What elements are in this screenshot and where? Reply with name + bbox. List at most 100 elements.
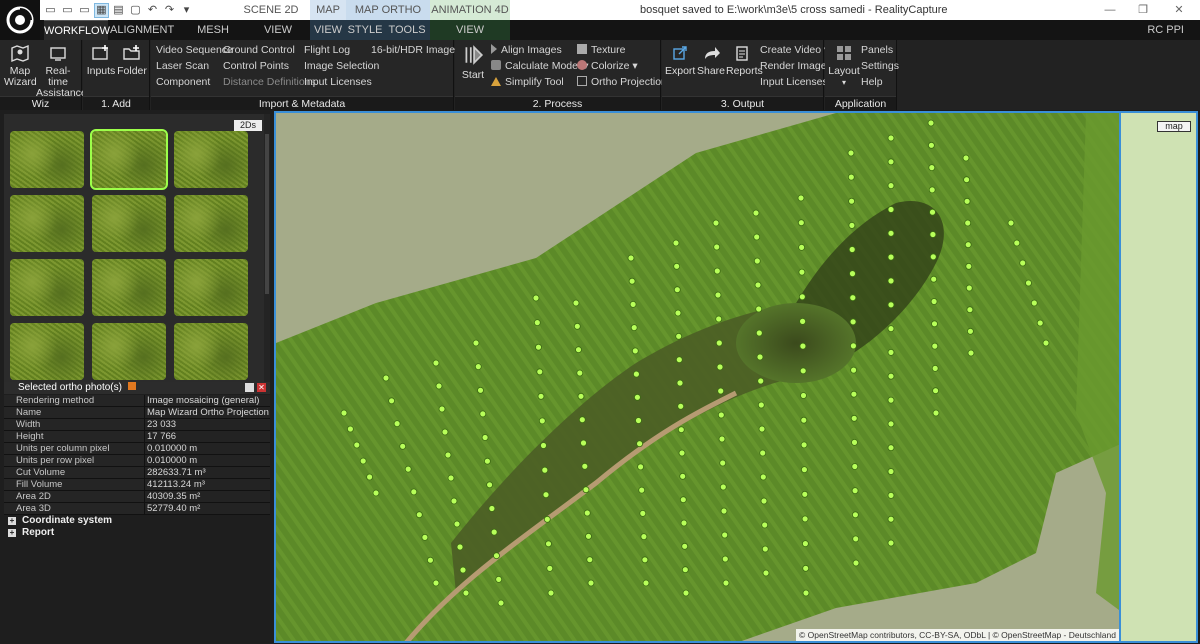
camera-position-marker[interactable] bbox=[674, 309, 682, 317]
tab-animation-view[interactable]: VIEW bbox=[430, 20, 510, 40]
camera-position-marker[interactable] bbox=[673, 286, 681, 294]
camera-position-marker[interactable] bbox=[761, 545, 769, 553]
customize-icon[interactable]: ▾ bbox=[180, 4, 193, 17]
share-button[interactable]: Share bbox=[697, 43, 725, 77]
camera-position-marker[interactable] bbox=[677, 426, 685, 434]
camera-position-marker[interactable] bbox=[382, 374, 390, 382]
camera-position-marker[interactable] bbox=[848, 222, 856, 229]
image-thumbnail[interactable] bbox=[92, 259, 166, 316]
camera-position-marker[interactable] bbox=[850, 414, 858, 422]
camera-position-marker[interactable] bbox=[532, 294, 540, 302]
input-licenses-output-button[interactable]: Input Licenses bbox=[760, 75, 828, 89]
realtime-assistance-button[interactable]: Real-time Assistance bbox=[36, 43, 87, 99]
app-logo[interactable] bbox=[0, 0, 40, 40]
camera-position-marker[interactable] bbox=[1007, 219, 1015, 227]
camera-position-marker[interactable] bbox=[537, 392, 545, 400]
camera-position-marker[interactable] bbox=[849, 318, 857, 326]
tab-alignment[interactable]: ALIGNMENT bbox=[110, 20, 174, 40]
property-value[interactable]: 0.010000 m bbox=[145, 455, 270, 466]
camera-position-marker[interactable] bbox=[929, 208, 936, 216]
camera-position-marker[interactable] bbox=[495, 575, 503, 583]
thumbnail-scrollbar[interactable] bbox=[264, 114, 270, 382]
camera-icon[interactable]: ▢ bbox=[129, 4, 142, 17]
start-button[interactable]: Start bbox=[459, 43, 487, 81]
camera-position-marker[interactable] bbox=[635, 417, 642, 424]
camera-position-marker[interactable] bbox=[928, 186, 936, 194]
camera-position-marker[interactable] bbox=[714, 291, 722, 299]
camera-position-marker[interactable] bbox=[800, 441, 808, 449]
camera-position-marker[interactable] bbox=[639, 509, 647, 517]
camera-position-marker[interactable] bbox=[930, 275, 938, 283]
camera-position-marker[interactable] bbox=[675, 332, 683, 340]
camera-position-marker[interactable] bbox=[438, 405, 446, 413]
camera-position-marker[interactable] bbox=[928, 164, 936, 171]
camera-position-marker[interactable] bbox=[535, 343, 542, 351]
camera-position-marker[interactable] bbox=[761, 521, 769, 529]
camera-position-marker[interactable] bbox=[719, 483, 727, 491]
camera-position-marker[interactable] bbox=[677, 402, 685, 410]
camera-position-marker[interactable] bbox=[797, 194, 805, 202]
camera-position-marker[interactable] bbox=[754, 281, 762, 289]
camera-position-marker[interactable] bbox=[629, 300, 637, 308]
camera-position-marker[interactable] bbox=[681, 566, 689, 574]
camera-position-marker[interactable] bbox=[887, 491, 895, 499]
camera-position-marker[interactable] bbox=[928, 141, 935, 149]
camera-position-marker[interactable] bbox=[435, 382, 443, 390]
image-thumbnail[interactable] bbox=[174, 131, 248, 188]
camera-position-marker[interactable] bbox=[638, 486, 646, 494]
camera-position-marker[interactable] bbox=[718, 435, 726, 443]
camera-position-marker[interactable] bbox=[852, 559, 860, 567]
camera-position-marker[interactable] bbox=[712, 219, 720, 227]
camera-position-marker[interactable] bbox=[679, 472, 687, 480]
camera-position-marker[interactable] bbox=[887, 396, 895, 404]
image-selection-button[interactable]: Image Selection bbox=[304, 59, 379, 73]
camera-position-marker[interactable] bbox=[802, 589, 810, 597]
camera-position-marker[interactable] bbox=[799, 367, 807, 375]
image-thumbnail[interactable] bbox=[174, 323, 248, 380]
image-thumbnail[interactable] bbox=[174, 259, 248, 316]
camera-position-marker[interactable] bbox=[753, 233, 761, 241]
map-wizard-button[interactable]: Map Wizard bbox=[4, 43, 37, 88]
tab-map-view[interactable]: VIEW bbox=[310, 20, 346, 40]
property-value[interactable]: Image mosaicing (general) bbox=[145, 395, 270, 406]
camera-position-marker[interactable] bbox=[640, 533, 648, 541]
camera-position-marker[interactable] bbox=[753, 257, 761, 265]
camera-position-marker[interactable] bbox=[799, 342, 807, 350]
inputs-button[interactable]: Inputs bbox=[86, 43, 116, 77]
property-value[interactable]: Map Wizard Ortho Projection 0 bbox=[145, 407, 270, 430]
camera-position-marker[interactable] bbox=[887, 444, 895, 452]
camera-position-marker[interactable] bbox=[964, 241, 972, 249]
camera-position-marker[interactable] bbox=[577, 392, 585, 400]
camera-position-marker[interactable] bbox=[444, 451, 452, 459]
camera-position-marker[interactable] bbox=[630, 324, 638, 332]
camera-position-marker[interactable] bbox=[441, 428, 449, 436]
camera-position-marker[interactable] bbox=[628, 277, 636, 285]
laser-scan-button[interactable]: Laser Scan bbox=[156, 59, 209, 73]
camera-position-marker[interactable] bbox=[887, 253, 895, 261]
image-thumbnail[interactable] bbox=[92, 323, 166, 380]
camera-position-marker[interactable] bbox=[964, 219, 972, 227]
camera-position-marker[interactable] bbox=[722, 579, 730, 587]
camera-position-marker[interactable] bbox=[1042, 339, 1050, 347]
camera-position-marker[interactable] bbox=[887, 325, 895, 333]
camera-position-marker[interactable] bbox=[1036, 319, 1044, 327]
image-thumbnail[interactable] bbox=[10, 259, 84, 316]
camera-position-marker[interactable] bbox=[462, 589, 470, 597]
camera-position-marker[interactable] bbox=[447, 474, 455, 482]
context-tab-map-ortho[interactable]: MAP ORTHO bbox=[346, 0, 430, 20]
camera-position-marker[interactable] bbox=[852, 511, 859, 519]
camera-position-marker[interactable] bbox=[963, 176, 970, 184]
camera-position-marker[interactable] bbox=[547, 589, 555, 597]
camera-position-marker[interactable] bbox=[404, 465, 412, 473]
property-value[interactable]: 17 766 bbox=[145, 431, 270, 442]
tab-map-tools[interactable]: TOOLS bbox=[384, 20, 430, 40]
colorize-button[interactable]: Colorize ▾ bbox=[577, 59, 638, 73]
control-points-button[interactable]: Control Points bbox=[223, 59, 289, 73]
context-tab-map[interactable]: MAP bbox=[310, 0, 346, 20]
camera-position-marker[interactable] bbox=[802, 564, 810, 572]
camera-position-marker[interactable] bbox=[798, 243, 805, 251]
close-button[interactable]: ✕ bbox=[1164, 0, 1194, 20]
camera-position-marker[interactable] bbox=[797, 219, 805, 227]
camera-position-marker[interactable] bbox=[758, 425, 766, 433]
maximize-button[interactable]: ❐ bbox=[1128, 0, 1158, 20]
